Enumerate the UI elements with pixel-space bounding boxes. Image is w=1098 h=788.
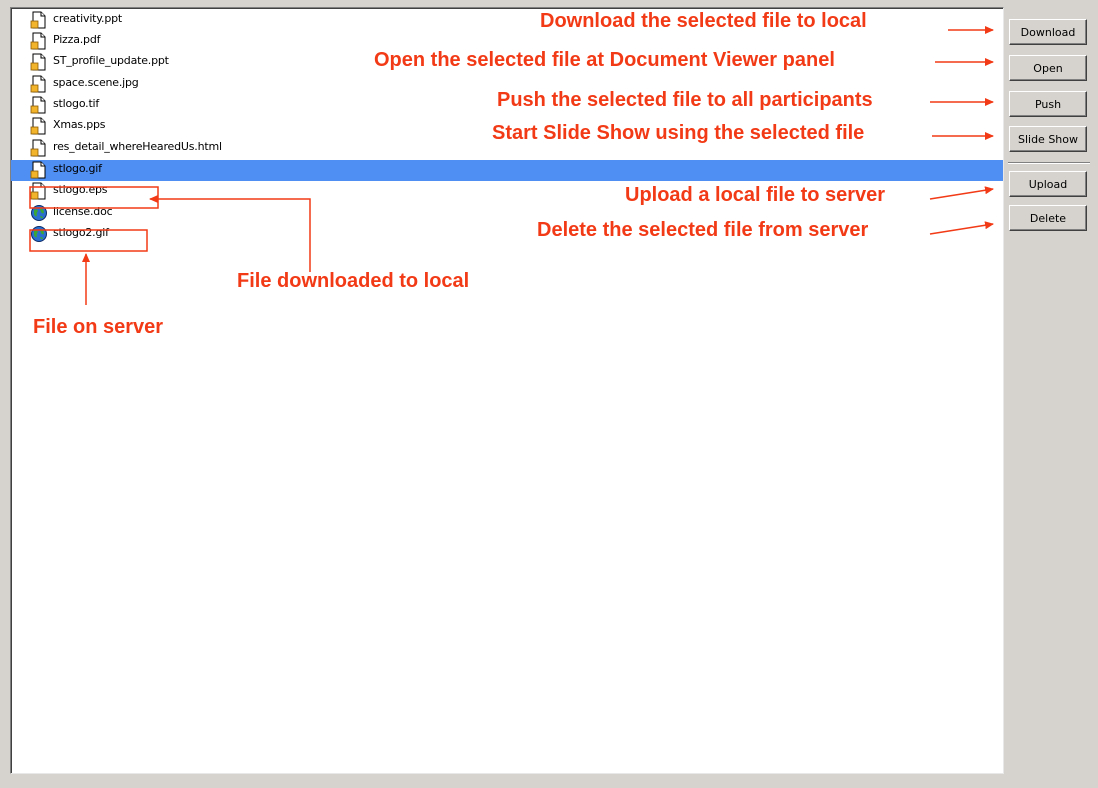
document-icon — [30, 161, 48, 179]
file-list-item[interactable]: Xmas.pps — [11, 116, 1003, 137]
file-name: ST_profile_update.ppt — [53, 54, 169, 67]
delete-button[interactable]: Delete — [1009, 205, 1087, 231]
file-list-item[interactable]: res_detail_whereHearedUs.html — [11, 138, 1003, 159]
document-icon — [30, 96, 48, 114]
file-name: stlogo2.gif — [53, 226, 109, 239]
file-list-item[interactable]: ST_profile_update.ppt — [11, 52, 1003, 73]
file-list-panel[interactable]: creativity.ppt Pizza.pdf ST_profile_update… — [10, 7, 1004, 774]
file-list-item[interactable]: stlogo2.gif — [11, 224, 1003, 245]
push-button[interactable]: Push — [1009, 91, 1087, 117]
file-list-item[interactable]: stlogo.tif — [11, 95, 1003, 116]
document-icon — [30, 117, 48, 135]
open-button[interactable]: Open — [1009, 55, 1087, 81]
upload-button[interactable]: Upload — [1009, 171, 1087, 197]
file-list-item[interactable]: Pizza.pdf — [11, 31, 1003, 52]
document-icon — [30, 53, 48, 71]
globe-icon — [30, 225, 48, 243]
file-list-item[interactable]: space.scene.jpg — [11, 74, 1003, 95]
document-icon — [30, 11, 48, 29]
file-name: stlogo.gif — [53, 162, 102, 175]
download-button[interactable]: Download — [1009, 19, 1087, 45]
document-icon — [30, 32, 48, 50]
file-name: space.scene.jpg — [53, 76, 139, 89]
file-list-item[interactable]: stlogo.eps — [11, 181, 1003, 202]
file-name: Xmas.pps — [53, 118, 106, 131]
globe-icon — [30, 204, 48, 222]
file-name: creativity.ppt — [53, 12, 123, 25]
document-icon — [30, 139, 48, 157]
file-name: res_detail_whereHearedUs.html — [53, 140, 222, 153]
file-name: Pizza.pdf — [53, 33, 101, 46]
document-icon — [30, 75, 48, 93]
file-list-item[interactable]: stlogo.gif — [11, 160, 1003, 181]
file-name: stlogo.tif — [53, 97, 100, 110]
file-name: stlogo.eps — [53, 183, 108, 196]
file-list-item[interactable]: creativity.ppt — [11, 10, 1003, 31]
button-separator — [1008, 162, 1090, 164]
file-name: license.doc — [53, 205, 113, 218]
file-list-item[interactable]: license.doc — [11, 203, 1003, 224]
slide-show-button[interactable]: Slide Show — [1009, 126, 1087, 152]
document-icon — [30, 182, 48, 200]
